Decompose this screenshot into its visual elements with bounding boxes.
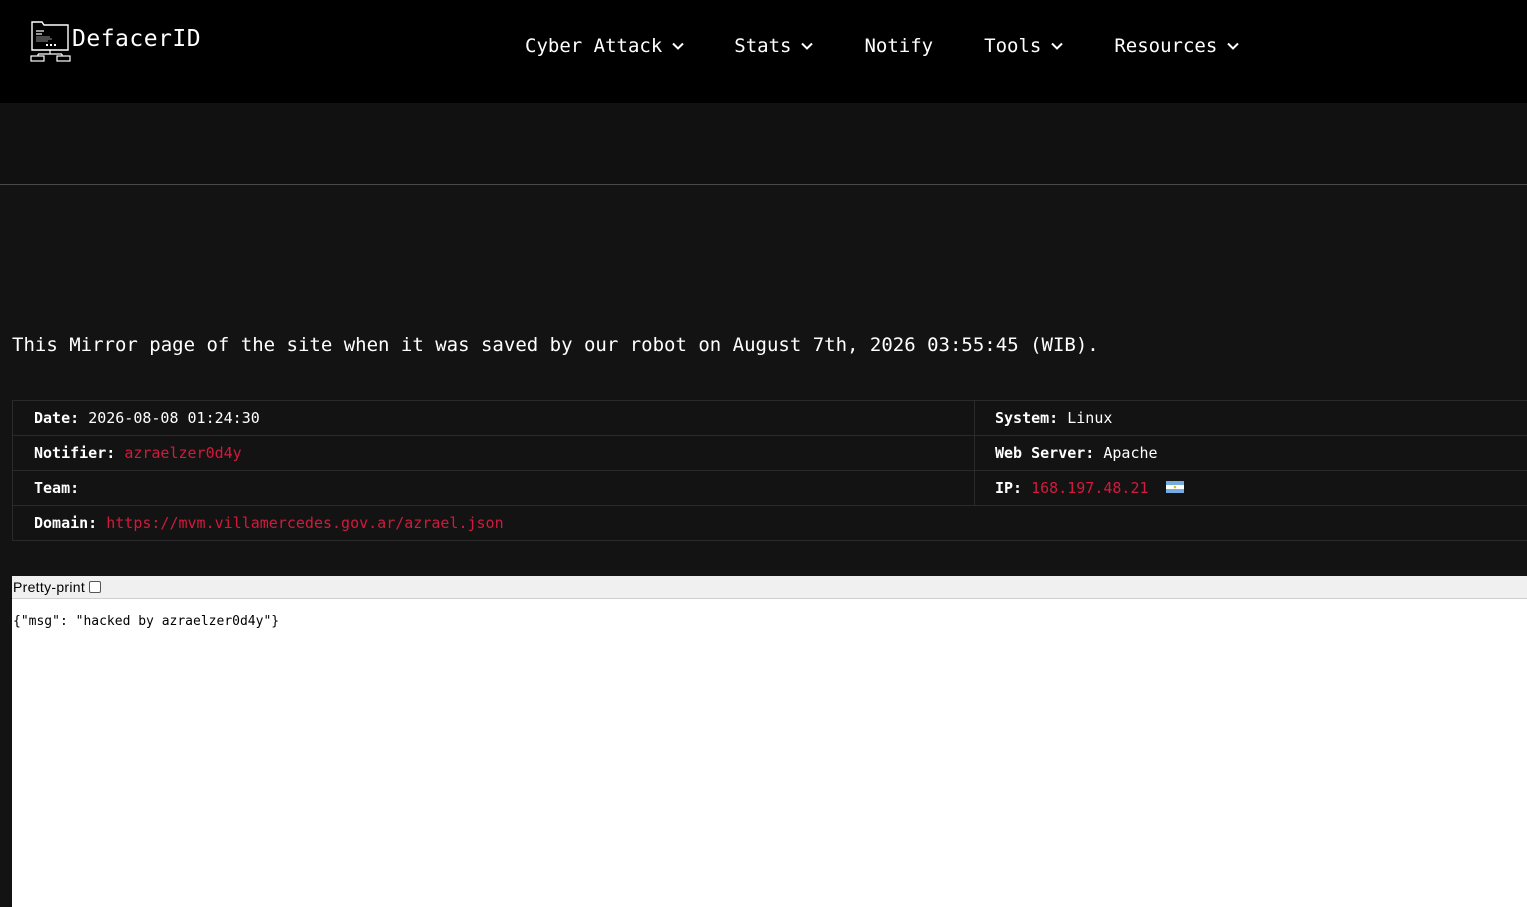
notifier-link[interactable]: azraelzer0d4y <box>124 444 241 462</box>
brand-name: DefacerID <box>72 26 202 52</box>
brand-logo[interactable]: DefacerID <box>30 20 201 62</box>
date-label: Date: <box>34 409 80 427</box>
nav-cyber-attack-label: Cyber Attack <box>525 35 663 57</box>
system-cell: System: Linux <box>995 401 1112 435</box>
nav-resources[interactable]: Resources <box>1114 35 1239 57</box>
defacement-info-table: Date: 2026-08-08 01:24:30 System: Linux … <box>12 400 1527 541</box>
header-band <box>0 103 1527 185</box>
nav-tools-label: Tools <box>984 35 1042 57</box>
pretty-print-label: Pretty-print <box>13 579 86 595</box>
json-content: {"msg": "hacked by azraelzer0d4y"} <box>13 614 280 629</box>
domain-link[interactable]: https://mvm.villamercedes.gov.ar/azrael.… <box>106 514 503 532</box>
notifier-cell: Notifier: azraelzer0d4y <box>34 436 242 470</box>
ip-label: IP: <box>995 479 1023 497</box>
pretty-print-checkbox[interactable] <box>89 581 102 593</box>
main-nav: Cyber Attack Stats Notify Tools Resource… <box>525 32 1239 60</box>
pretty-print-bar: Pretty-print <box>12 576 1527 599</box>
nav-cyber-attack[interactable]: Cyber Attack <box>525 35 684 57</box>
webserver-cell: Web Server: Apache <box>995 436 1158 470</box>
terminal-network-icon <box>30 21 71 62</box>
nav-notify-label: Notify <box>864 35 934 57</box>
chevron-down-icon <box>801 42 814 50</box>
chevron-down-icon <box>672 42 684 50</box>
domain-label: Domain: <box>34 514 98 532</box>
info-row: Date: 2026-08-08 01:24:30 System: Linux <box>13 401 1527 436</box>
mirror-notice: This Mirror page of the site when it was… <box>12 334 1099 356</box>
argentina-flag-icon <box>1165 481 1184 493</box>
nav-notify[interactable]: Notify <box>864 35 933 57</box>
webserver-value: Apache <box>1103 444 1158 462</box>
system-label: System: <box>995 409 1059 427</box>
webserver-label: Web Server: <box>995 444 1095 462</box>
team-label: Team: <box>34 479 80 497</box>
ip-link[interactable]: 168.197.48.21 <box>1031 479 1148 497</box>
chevron-down-icon <box>1227 42 1239 50</box>
info-row: Notifier: azraelzer0d4y Web Server: Apac… <box>13 436 1527 471</box>
mirror-frame: Pretty-print {"msg": "hacked by azraelze… <box>12 576 1527 907</box>
system-value: Linux <box>1067 409 1113 427</box>
info-row: Domain: https://mvm.villamercedes.gov.ar… <box>13 506 1527 541</box>
chevron-down-icon <box>1051 42 1064 50</box>
nav-tools[interactable]: Tools <box>984 35 1064 57</box>
ip-cell: IP: 168.197.48.21 <box>995 471 1184 505</box>
team-cell: Team: <box>34 471 79 505</box>
info-row: Team: IP: 168.197.48.21 <box>13 471 1527 506</box>
nav-stats-label: Stats <box>734 35 792 57</box>
nav-stats[interactable]: Stats <box>734 35 814 57</box>
date-value: 2026-08-08 01:24:30 <box>88 409 260 427</box>
nav-resources-label: Resources <box>1114 35 1218 57</box>
navbar: DefacerID Cyber Attack Stats Notify Tool… <box>0 0 1527 103</box>
date-cell: Date: 2026-08-08 01:24:30 <box>34 401 260 435</box>
domain-cell: Domain: https://mvm.villamercedes.gov.ar… <box>34 506 504 540</box>
notifier-label: Notifier: <box>34 444 116 462</box>
